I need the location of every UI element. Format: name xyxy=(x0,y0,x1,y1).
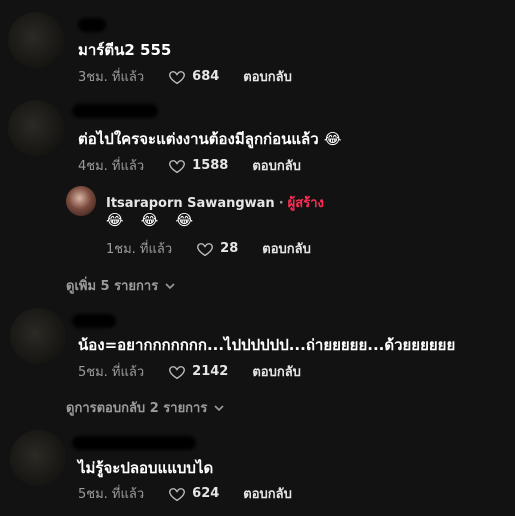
reply-button[interactable]: ตอบกลับ xyxy=(262,238,311,259)
like-button[interactable]: 1588 xyxy=(168,157,252,175)
comment-text: มาร์ตีน2 555 xyxy=(78,41,172,59)
view-more-replies[interactable]: ดูเพิ่ม 5 รายการ xyxy=(66,275,176,296)
separator-dot: · xyxy=(278,196,284,211)
heart-outline-icon xyxy=(169,487,186,501)
heart-outline-icon xyxy=(169,70,186,84)
username-redacted xyxy=(78,18,106,32)
comment-text: ต่อไปใครจะแต่งงานต้องมีลูกก่อนแล้ว 😂 xyxy=(78,130,342,148)
heart-outline-icon xyxy=(197,242,214,256)
reply-meta: 1ชม. ที่แล้ว 28 ตอบกลับ xyxy=(106,238,311,259)
avatar[interactable] xyxy=(10,308,66,364)
view-replies-label: ดูการตอบกลับ 2 รายการ xyxy=(66,401,208,416)
comment-time: 3ชม. ที่แล้ว xyxy=(78,70,145,85)
comment-text: น้อง=อยากกกกกกก...ไปปปปปป...ถ่ายยยยย...ด… xyxy=(78,336,456,354)
like-count: 28 xyxy=(220,241,239,256)
creator-avatar[interactable] xyxy=(66,186,96,216)
comment-meta: 5ชม. ที่แล้ว 624 ตอบกลับ xyxy=(78,483,292,504)
chevron-down-icon xyxy=(165,282,175,289)
like-button[interactable]: 28 xyxy=(196,240,262,258)
heart-outline-icon xyxy=(169,159,186,173)
view-replies[interactable]: ดูการตอบกลับ 2 รายการ xyxy=(66,397,225,418)
comment-time: 4ชม. ที่แล้ว xyxy=(78,159,145,174)
comment-meta: 5ชม. ที่แล้ว 2142 ตอบกลับ xyxy=(78,361,301,382)
avatar[interactable] xyxy=(10,430,66,486)
like-button[interactable]: 624 xyxy=(168,485,243,503)
reply-button[interactable]: ตอบกลับ xyxy=(252,361,301,382)
username-redacted xyxy=(72,436,196,450)
like-count: 1588 xyxy=(192,158,229,173)
username-redacted xyxy=(72,104,158,118)
comment-meta: 4ชม. ที่แล้ว 1588 ตอบกลับ xyxy=(78,155,301,176)
view-more-label: ดูเพิ่ม 5 รายการ xyxy=(66,279,159,294)
creator-badge: ผู้สร้าง xyxy=(287,196,324,211)
reply-text: 😂 😂 😂 xyxy=(106,211,200,229)
comment-text: ไม่รู้จะปลอบแแบบได xyxy=(78,459,214,477)
reply-button[interactable]: ตอบกลับ xyxy=(243,483,292,504)
reply-author-line: Itsaraporn Sawangwan · ผู้สร้าง xyxy=(106,192,324,213)
like-button[interactable]: 2142 xyxy=(168,363,252,381)
comment-meta: 3ชม. ที่แล้ว 684 ตอบกลับ xyxy=(78,66,292,87)
like-button[interactable]: 684 xyxy=(168,68,243,86)
heart-outline-icon xyxy=(169,365,186,379)
reply-time: 1ชม. ที่แล้ว xyxy=(106,242,173,257)
reply-button[interactable]: ตอบกลับ xyxy=(243,66,292,87)
reply-author-name[interactable]: Itsaraporn Sawangwan xyxy=(106,196,275,211)
reply-button[interactable]: ตอบกลับ xyxy=(252,155,301,176)
username-redacted xyxy=(72,314,116,328)
comment-time: 5ชม. ที่แล้ว xyxy=(78,365,145,380)
chevron-down-icon xyxy=(214,404,224,411)
like-count: 624 xyxy=(192,486,220,501)
comment-time: 5ชม. ที่แล้ว xyxy=(78,487,145,502)
avatar[interactable] xyxy=(8,12,64,68)
like-count: 684 xyxy=(192,69,220,84)
avatar[interactable] xyxy=(8,100,64,156)
like-count: 2142 xyxy=(192,364,229,379)
